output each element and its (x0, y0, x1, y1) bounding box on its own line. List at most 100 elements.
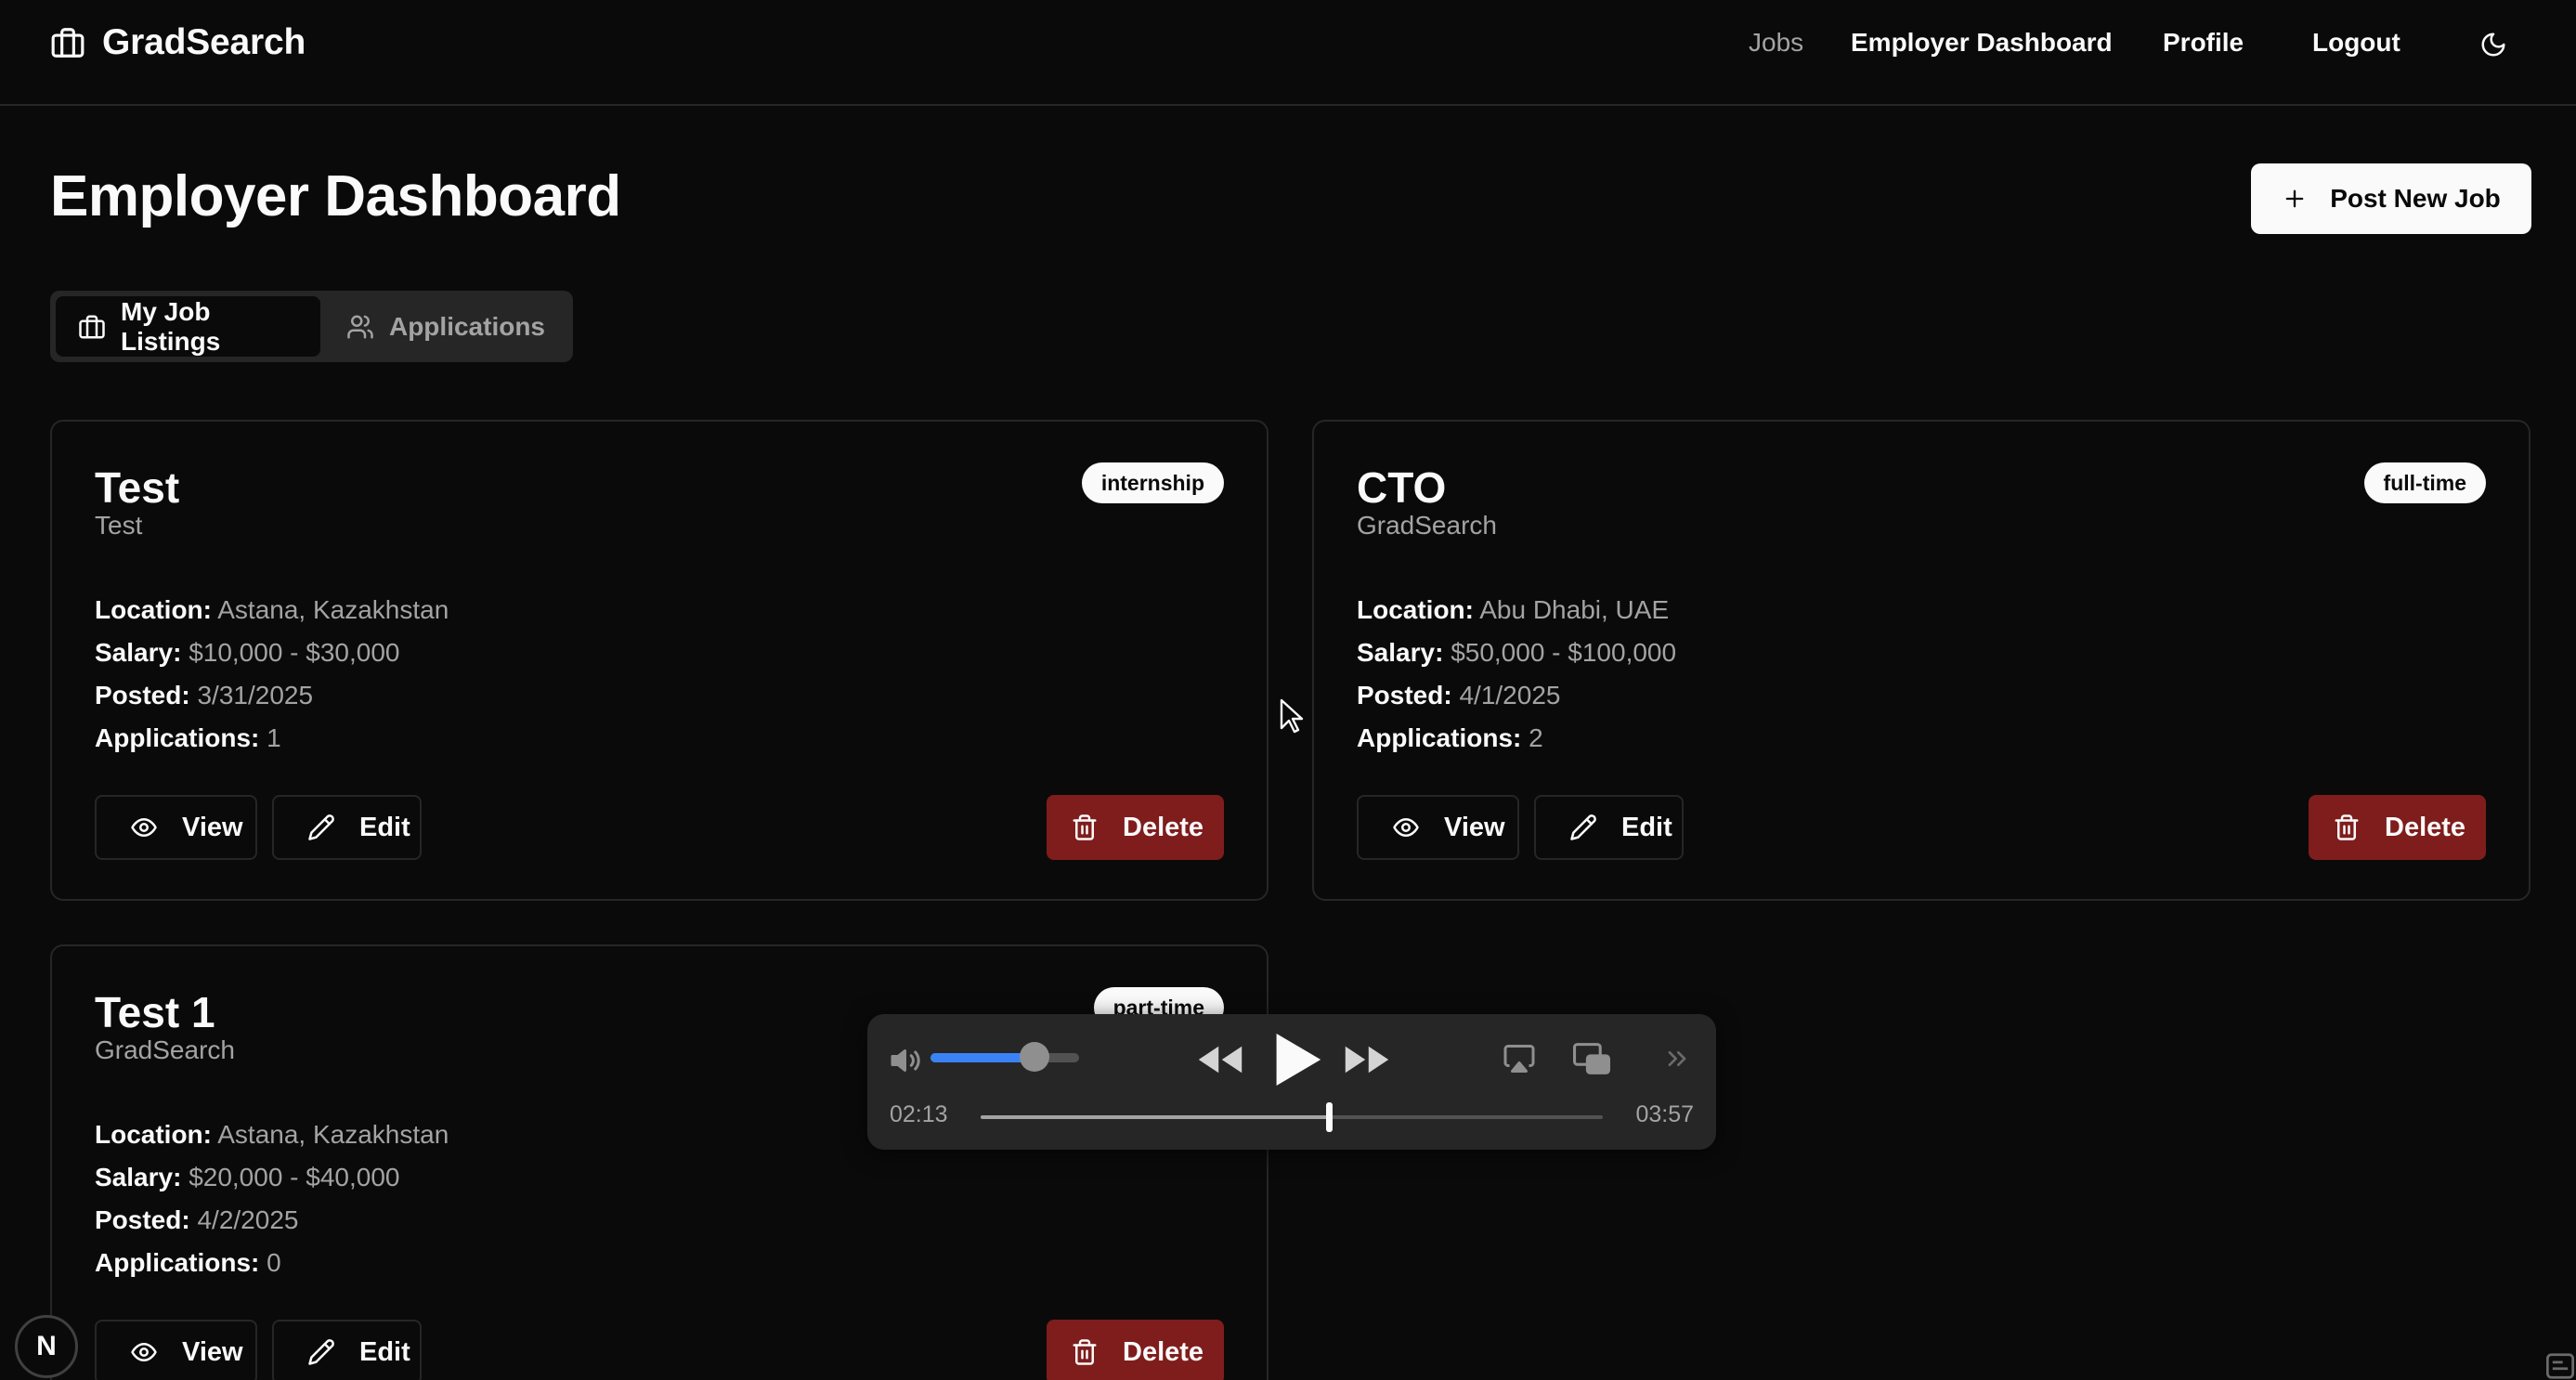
salary-label: Salary: (1357, 638, 1444, 667)
location-label: Location: (95, 1120, 212, 1149)
view-label: View (182, 812, 243, 842)
delete-label: Delete (2385, 812, 2466, 842)
playback-scrubber[interactable] (981, 1102, 1603, 1132)
applications-label: Applications: (95, 723, 260, 752)
view-job-button[interactable]: View (1357, 795, 1519, 860)
devtools-icon[interactable] (2544, 1352, 2576, 1380)
pencil-icon (1569, 814, 1597, 841)
job-title: Test 1 (95, 988, 215, 1036)
job-details: Location: Astana, Kazakhstan Salary: $20,… (95, 1113, 449, 1284)
brand-name: GradSearch (102, 22, 306, 62)
airplay-icon[interactable] (1497, 1036, 1542, 1081)
app-root: GradSearch Jobs Employer Dashboard Profi… (0, 0, 2576, 1380)
post-new-job-button[interactable]: Post New Job (2251, 163, 2531, 234)
rewind-icon[interactable] (1194, 1036, 1246, 1083)
view-label: View (182, 1336, 243, 1367)
skip-forward-icon[interactable] (1657, 1036, 1698, 1081)
applications-label: Applications: (95, 1248, 260, 1277)
job-posted-date: 4/1/2025 (1459, 681, 1561, 710)
job-posted-date: 4/2/2025 (197, 1205, 299, 1234)
playback-handle[interactable] (1326, 1102, 1334, 1132)
edit-job-button[interactable]: Edit (272, 1320, 422, 1380)
job-location: Astana, Kazakhstan (217, 595, 449, 624)
theme-toggle-button[interactable] (2475, 28, 2512, 65)
posted-label: Posted: (95, 681, 190, 710)
job-salary: $50,000 - $100,000 (1451, 638, 1677, 667)
pencil-icon (307, 1338, 335, 1366)
job-applications-count: 1 (267, 723, 281, 752)
tab-label: My Job Listings (121, 296, 221, 356)
job-title: CTO (1357, 463, 1447, 512)
view-job-button[interactable]: View (95, 1320, 257, 1380)
salary-label: Salary: (95, 638, 182, 667)
mouse-cursor-icon (1280, 698, 1304, 734)
post-new-job-label: Post New Job (2330, 184, 2501, 213)
job-company: GradSearch (1357, 511, 1497, 540)
delete-label: Delete (1123, 812, 1204, 842)
dashboard-tabs: My Job Listings Applications (50, 291, 573, 362)
volume-handle[interactable] (1020, 1042, 1049, 1072)
delete-label: Delete (1123, 1336, 1204, 1367)
page-title: Employer Dashboard (50, 164, 621, 228)
delete-job-button[interactable]: Delete (1047, 795, 1224, 860)
posted-label: Posted: (1357, 681, 1452, 710)
job-applications-count: 2 (1529, 723, 1543, 752)
media-player-overlay: 02:13 03:57 (867, 1014, 1716, 1150)
delete-job-button[interactable]: Delete (1047, 1320, 1224, 1380)
picture-in-picture-icon[interactable] (1569, 1036, 1614, 1081)
edit-label: Edit (1621, 812, 1672, 842)
eye-icon (130, 1338, 158, 1366)
current-time: 02:13 (890, 1101, 948, 1127)
brand-logo[interactable]: GradSearch (50, 22, 306, 63)
posted-label: Posted: (95, 1205, 190, 1234)
job-salary: $10,000 - $30,000 (189, 638, 400, 667)
trash-icon (1071, 1338, 1099, 1366)
tab-my-job-listings[interactable]: My Job Listings (56, 296, 320, 357)
briefcase-icon (78, 313, 106, 341)
tab-label: Applications (388, 311, 545, 341)
location-label: Location: (95, 595, 212, 624)
applications-label: Applications: (1357, 723, 1522, 752)
nav-profile[interactable]: Profile (2163, 28, 2244, 58)
job-card: Test Test internship Location: Astana, Kaza… (50, 420, 1268, 901)
nav-jobs[interactable]: Jobs (1749, 28, 1803, 58)
volume-icon[interactable] (888, 1042, 925, 1079)
playback-progress (981, 1115, 1330, 1119)
fast-forward-icon[interactable] (1341, 1036, 1393, 1083)
job-details: Location: Abu Dhabi, UAE Salary: $50,000 … (1357, 589, 1676, 760)
users-icon (346, 313, 374, 341)
briefcase-icon (50, 25, 85, 60)
trash-icon (2333, 814, 2361, 841)
trash-icon (1071, 814, 1099, 841)
nav-logout[interactable]: Logout (2312, 28, 2400, 58)
delete-job-button[interactable]: Delete (2309, 795, 2486, 860)
job-company: GradSearch (95, 1035, 235, 1064)
volume-slider[interactable] (930, 1042, 1079, 1072)
job-posted-date: 3/31/2025 (197, 681, 314, 710)
view-job-button[interactable]: View (95, 795, 257, 860)
nav-employer-dashboard[interactable]: Employer Dashboard (1851, 28, 2113, 58)
tab-applications[interactable]: Applications (324, 296, 567, 357)
view-label: View (1444, 812, 1505, 842)
job-location: Astana, Kazakhstan (217, 1120, 449, 1149)
job-type-badge: internship (1081, 462, 1224, 503)
job-card: CTO GradSearch full-time Location: Abu Dhab… (1312, 420, 2530, 901)
pencil-icon (307, 814, 335, 841)
plus-icon (2282, 186, 2308, 212)
edit-label: Edit (359, 812, 410, 842)
job-location: Abu Dhabi, UAE (1479, 595, 1670, 624)
moon-icon (2479, 31, 2507, 63)
location-label: Location: (1357, 595, 1474, 624)
job-card: Test 1 GradSearch part-time Location: Astan… (50, 944, 1268, 1380)
total-time: 03:57 (1635, 1101, 1694, 1127)
edit-job-button[interactable]: Edit (272, 795, 422, 860)
eye-icon (1392, 814, 1420, 841)
job-company: Test (95, 511, 143, 540)
edit-job-button[interactable]: Edit (1534, 795, 1684, 860)
play-icon[interactable] (1267, 1027, 1328, 1092)
eye-icon (130, 814, 158, 841)
job-applications-count: 0 (267, 1248, 281, 1277)
job-details: Location: Astana, Kazakhstan Salary: $10,… (95, 589, 449, 760)
edit-label: Edit (359, 1336, 410, 1367)
nextjs-dev-badge[interactable]: N (15, 1315, 78, 1378)
